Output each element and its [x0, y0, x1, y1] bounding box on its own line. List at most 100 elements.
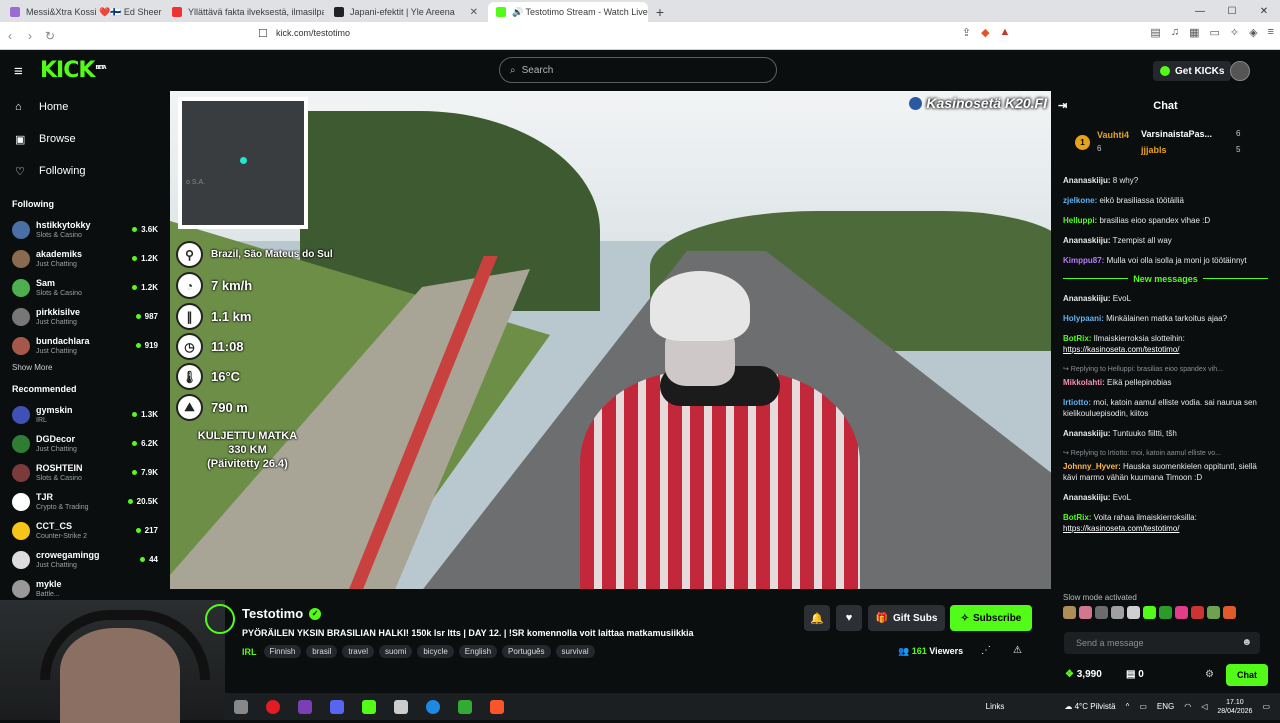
task-view-icon[interactable]	[234, 700, 248, 714]
show-more-link[interactable]: Show More	[0, 363, 170, 372]
channel-item[interactable]: gymskinIRL1.3K	[0, 400, 170, 429]
reload-icon[interactable]: ↻	[40, 29, 60, 43]
nav-following[interactable]: ♡Following	[0, 155, 170, 187]
wifi-icon[interactable]: ◠	[1184, 702, 1191, 711]
emote-icon[interactable]	[1063, 606, 1076, 619]
streamer-avatar[interactable]	[205, 604, 235, 634]
reader-icon[interactable]: ▦	[1189, 26, 1199, 39]
channel-item[interactable]: crowegaminggJust Chatting44	[0, 545, 170, 574]
tag[interactable]: brasil	[306, 645, 337, 658]
app-icon[interactable]	[458, 700, 472, 714]
menu-icon[interactable]: ≡	[1268, 26, 1274, 39]
app-icon[interactable]	[298, 700, 312, 714]
discord-icon[interactable]	[330, 700, 344, 714]
tag[interactable]: survival	[556, 645, 595, 658]
search-input[interactable]: ⌕Search	[499, 57, 777, 83]
language-indicator[interactable]: ENG	[1157, 702, 1174, 711]
chat-username[interactable]: Ananaskiiju:	[1063, 493, 1111, 502]
edge-icon[interactable]	[426, 700, 440, 714]
chat-link[interactable]: https://kasinoseta.com/testotimo/	[1063, 524, 1180, 533]
user-avatar[interactable]	[1230, 61, 1250, 81]
extensions-icon[interactable]: ✧	[1230, 26, 1239, 39]
emote-icon[interactable]	[1159, 606, 1172, 619]
back-icon[interactable]: ‹	[0, 29, 20, 43]
rewards-icon[interactable]: ▲	[1000, 26, 1011, 39]
emote-icon[interactable]	[1079, 606, 1092, 619]
share-icon[interactable]: ⇪	[962, 26, 971, 39]
emote-icon[interactable]	[1127, 606, 1140, 619]
network-icon[interactable]: ▭	[1139, 702, 1147, 711]
new-tab-button[interactable]: +	[650, 2, 670, 22]
chat-username[interactable]: Holypaani:	[1063, 314, 1104, 323]
chat-username[interactable]: zjelkone:	[1063, 196, 1097, 205]
brave-shield-icon[interactable]: ◆	[981, 26, 989, 39]
chat-username[interactable]: Mikkolahti:	[1063, 378, 1105, 387]
tag[interactable]: English	[459, 645, 497, 658]
browser-tab-active[interactable]: 🔊 Testotimo Stream - Watch Live✕	[488, 2, 648, 22]
tag[interactable]: suomi	[379, 645, 412, 658]
weather-widget[interactable]: ☁ 4°C Pilvistä	[1064, 702, 1115, 711]
close-icon[interactable]: ✕	[466, 7, 478, 18]
tag[interactable]: bicycle	[417, 645, 453, 658]
streamer-name[interactable]: Testotimo✓	[242, 606, 321, 621]
chat-username[interactable]: BotRix:	[1063, 513, 1091, 522]
share-stream-icon[interactable]: ⋰	[981, 645, 991, 656]
chat-username[interactable]: Ananaskiiju:	[1063, 236, 1111, 245]
wallet-icon[interactable]: ▭	[1209, 26, 1219, 39]
tag[interactable]: Português	[502, 645, 550, 658]
url-field[interactable]: kick.com/testotimo	[276, 28, 350, 38]
channel-item[interactable]: pirkkisilveJust Chatting987	[0, 302, 170, 331]
subscribe-button[interactable]: ✧Subscribe	[950, 605, 1032, 631]
tag[interactable]: travel	[342, 645, 374, 658]
browser-tab[interactable]: Japani-efektit | Yle Areena✕	[326, 2, 486, 22]
kick-logo[interactable]: KICKBETA	[40, 58, 106, 83]
channel-item[interactable]: mykleBattle...	[0, 574, 170, 603]
report-icon[interactable]: ⚠	[1013, 645, 1022, 656]
chat-username[interactable]: Johnny_Hyver:	[1063, 462, 1121, 471]
clock[interactable]: 17.1028/04/2026	[1217, 698, 1252, 716]
bookmark-icon[interactable]: ☐	[258, 27, 268, 40]
get-kicks-button[interactable]: Get KICKs	[1153, 61, 1231, 81]
chat-username[interactable]: Kimppu87:	[1063, 256, 1104, 265]
channel-item[interactable]: DGDecorJust Chatting6.2K	[0, 429, 170, 458]
channel-item[interactable]: SamSlots & Casino1.2K	[0, 273, 170, 302]
volume-icon[interactable]: ◁	[1201, 702, 1207, 711]
channel-item[interactable]: hstikkytokkySlots & Casino3.6K	[0, 215, 170, 244]
chat-username[interactable]: Helluppi:	[1063, 216, 1097, 225]
chat-link[interactable]: https://kasinoseta.com/testotimo/	[1063, 345, 1180, 354]
chat-input[interactable]: Send a message☻	[1064, 632, 1260, 654]
gift-subs-button[interactable]: 🎁Gift Subs	[868, 605, 945, 631]
notification-icon[interactable]: ▭	[1262, 702, 1270, 711]
chat-username[interactable]: Ananaskiiju:	[1063, 429, 1111, 438]
channel-item[interactable]: bundachlaraJust Chatting919	[0, 331, 170, 360]
chat-username[interactable]: Irtiotto:	[1063, 398, 1091, 407]
video-player[interactable]: o S.A. ⚲Brazil, São Mateus do Sul ◔7 km/…	[170, 91, 1051, 589]
opera-icon[interactable]	[266, 700, 280, 714]
close-window-icon[interactable]: ✕	[1248, 0, 1280, 22]
notification-bell-button[interactable]: 🔔	[804, 605, 830, 631]
browser-tab[interactable]: Messi&Xtra Kossi ❤️🇫🇮 Ed Sheeran✕	[2, 2, 162, 22]
browser-tab[interactable]: Yllättävä fakta ilveksestä, ilmasilpari …	[164, 2, 324, 22]
gear-icon[interactable]: ⚙	[1205, 669, 1214, 680]
nav-home[interactable]: ⌂Home	[0, 91, 170, 123]
channel-item[interactable]: CCT_CSCounter-Strike 2217	[0, 516, 170, 545]
send-chat-button[interactable]: Chat	[1226, 664, 1268, 686]
nav-browse[interactable]: ▣Browse	[0, 123, 170, 155]
emote-icon[interactable]	[1207, 606, 1220, 619]
chat-username[interactable]: Ananaskiiju:	[1063, 176, 1111, 185]
chevron-up-icon[interactable]: ^	[1126, 702, 1130, 711]
minimize-icon[interactable]: —	[1184, 0, 1216, 22]
emote-icon[interactable]	[1111, 606, 1124, 619]
channel-item[interactable]: ROSHTEINSlots & Casino7.9K	[0, 458, 170, 487]
emote-icon[interactable]	[1095, 606, 1108, 619]
brave-icon[interactable]	[490, 700, 504, 714]
chat-username[interactable]: Ananaskiiju:	[1063, 294, 1111, 303]
channel-points[interactable]: ❖ 3,990	[1065, 669, 1102, 680]
emote-icon[interactable]	[1175, 606, 1188, 619]
emote-icon[interactable]	[1191, 606, 1204, 619]
channel-item[interactable]: TJRCrypto & Trading20.5K	[0, 487, 170, 516]
collapse-chat-icon[interactable]: ⇥	[1058, 99, 1067, 112]
channel-item[interactable]: akademiksJust Chatting1.2K	[0, 244, 170, 273]
follow-button[interactable]: ♥	[836, 605, 862, 631]
hamburger-menu-icon[interactable]: ≡	[14, 63, 23, 80]
